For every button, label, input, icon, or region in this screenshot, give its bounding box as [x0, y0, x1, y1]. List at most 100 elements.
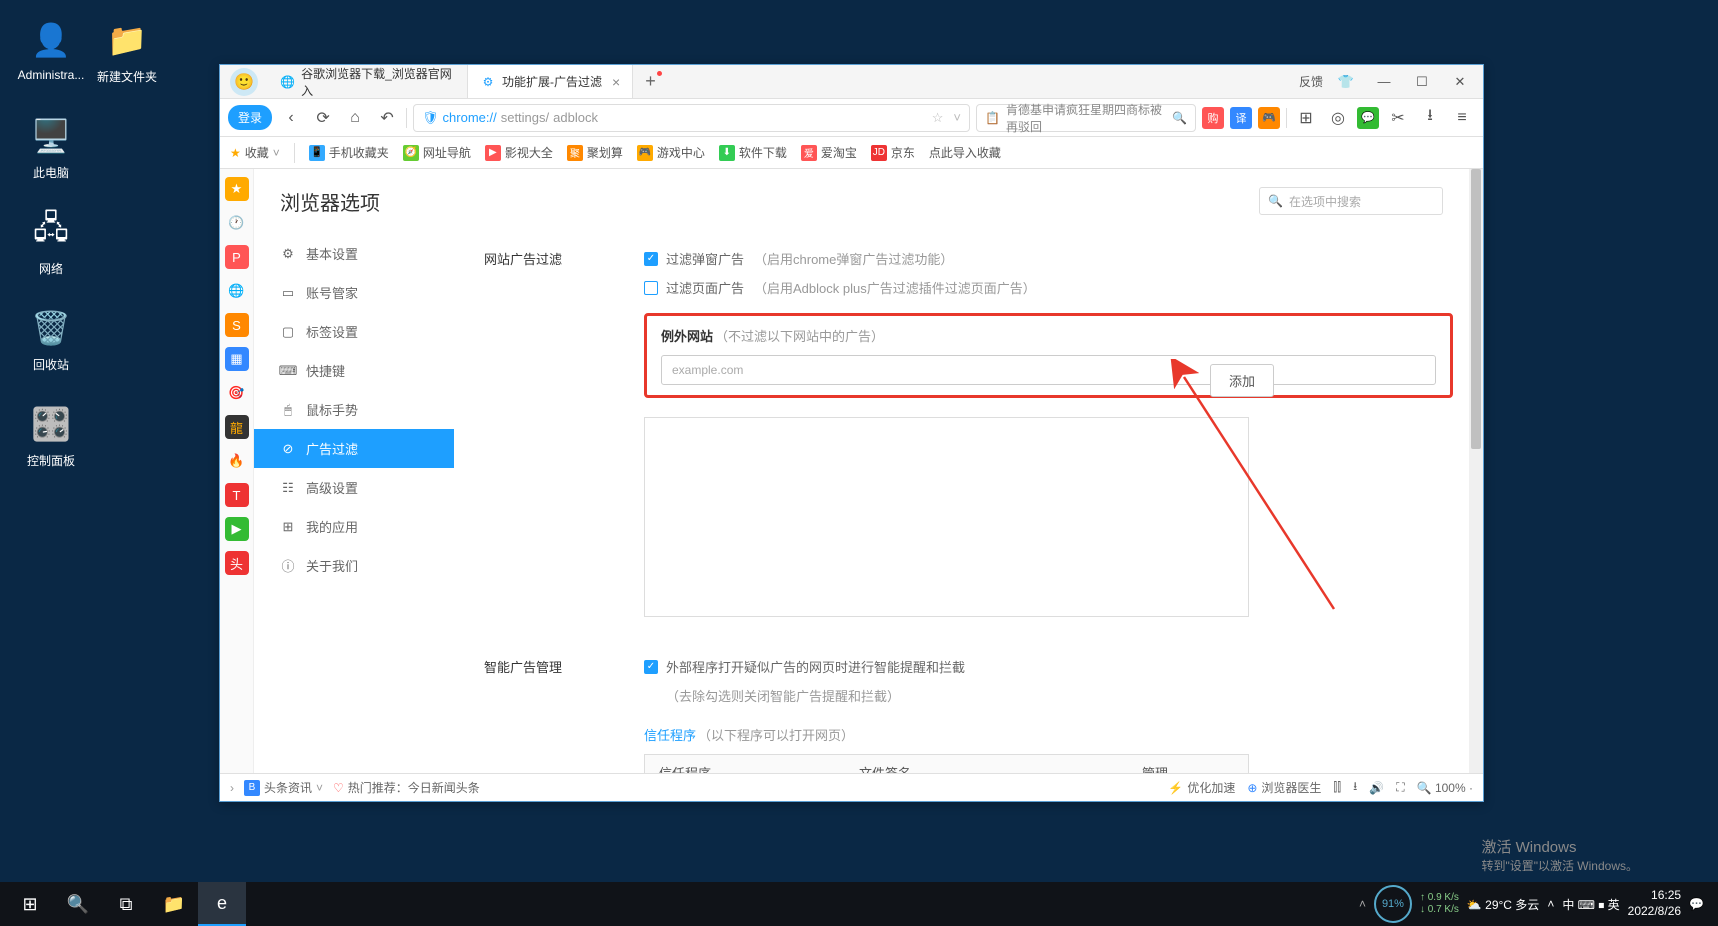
- strip-icon-fav[interactable]: ★: [225, 177, 249, 201]
- user-icon: 👤: [27, 16, 75, 64]
- menu-tabs[interactable]: ▢标签设置: [254, 312, 454, 351]
- file-explorer-button[interactable]: 📁: [150, 882, 198, 926]
- nav-bar: 登录 ‹ ⟳ ⌂ ↶ 🛡 chrome://settings/adblock ☆…: [220, 99, 1483, 137]
- start-button[interactable]: ⊞: [6, 882, 54, 926]
- chevron-down-icon[interactable]: ˅: [953, 110, 961, 125]
- extensions-icon[interactable]: ◎: [1325, 105, 1351, 131]
- weather-widget[interactable]: ⛅ 29°C 多云: [1467, 896, 1539, 913]
- checkbox-page-ads[interactable]: [644, 281, 658, 295]
- tray-expand-icon[interactable]: ˄: [1359, 897, 1366, 911]
- url-bar[interactable]: 🛡 chrome://settings/adblock ☆ ˅: [413, 104, 970, 132]
- strip-icon-game1[interactable]: 🎯: [225, 381, 249, 405]
- content-area: ★ 🕐 P 🌐 S ▦ 🎯 龍 🔥 T ▶ 头 浏览器选项 ⚙基本设置 ▭账号管…: [220, 169, 1483, 773]
- scrollbar[interactable]: [1469, 169, 1483, 773]
- expand-icon[interactable]: ›: [230, 781, 234, 795]
- menu-shortcuts[interactable]: ⌨快捷键: [254, 351, 454, 390]
- desktop-icon-administrator[interactable]: 👤Administra...: [16, 16, 86, 82]
- zoom-label[interactable]: 🔍 100% ·: [1417, 781, 1473, 795]
- undo-button[interactable]: ↶: [374, 105, 400, 131]
- bookmark-games[interactable]: 🎮游戏中心: [637, 144, 705, 161]
- tray-chevron-icon[interactable]: ˄: [1547, 897, 1554, 911]
- optimize-link[interactable]: ⚡优化加速: [1168, 779, 1235, 796]
- checkbox-popup[interactable]: ✓: [644, 252, 658, 266]
- menu-basic[interactable]: ⚙基本设置: [254, 234, 454, 273]
- strip-icon-t[interactable]: T: [225, 483, 249, 507]
- strip-icon-toutiao[interactable]: 头: [225, 551, 249, 575]
- bookmark-nav[interactable]: 🧭网址导航: [403, 144, 471, 161]
- exception-list[interactable]: [644, 417, 1249, 617]
- menu-mouse[interactable]: 🖱鼠标手势: [254, 390, 454, 429]
- home-button[interactable]: ⌂: [342, 105, 368, 131]
- desktop-icon-folder[interactable]: 📁新建文件夹: [92, 16, 162, 85]
- strip-icon-sogou[interactable]: S: [225, 313, 249, 337]
- download-icon[interactable]: ⭳: [1417, 105, 1443, 131]
- refresh-button[interactable]: ⟳: [310, 105, 336, 131]
- minimize-button[interactable]: —: [1369, 70, 1399, 94]
- login-button[interactable]: 登录: [228, 105, 272, 130]
- desktop-icon-recycle-bin[interactable]: 🗑️回收站: [16, 304, 86, 373]
- bookmark-mobile[interactable]: 📱手机收藏夹: [309, 144, 389, 161]
- menu-apps[interactable]: ⊞我的应用: [254, 507, 454, 546]
- strip-icon-app1[interactable]: ▦: [225, 347, 249, 371]
- checkbox-smart-remind[interactable]: ✓: [644, 660, 658, 674]
- close-button[interactable]: ✕: [1445, 70, 1475, 94]
- avatar-icon[interactable]: 🙂: [230, 68, 258, 96]
- volume-icon[interactable]: 🔊: [1369, 781, 1384, 795]
- strip-icon-dragon[interactable]: 龍: [225, 415, 249, 439]
- desktop-icon-control-panel[interactable]: 🎛️控制面板: [16, 400, 86, 469]
- clock[interactable]: 16:252022/8/26: [1628, 888, 1681, 919]
- strip-icon-pdf[interactable]: P: [225, 245, 249, 269]
- new-tab-button[interactable]: +: [633, 65, 668, 98]
- doctor-link[interactable]: ⊕浏览器医生: [1247, 779, 1321, 796]
- shopping-icon[interactable]: 购: [1202, 107, 1224, 129]
- bookmark-software[interactable]: ⬇软件下载: [719, 144, 787, 161]
- network-meter: ↑ 0.9 K/s↓ 0.7 K/s: [1420, 892, 1459, 916]
- tab-chrome-download[interactable]: 🌐谷歌浏览器下载_浏览器官网入: [268, 65, 468, 98]
- strip-icon-clock[interactable]: 🕐: [225, 211, 249, 235]
- search-options-input[interactable]: 🔍在选项中搜索: [1259, 187, 1443, 215]
- game-icon[interactable]: 🎮: [1258, 107, 1280, 129]
- tab-adblock-settings[interactable]: ⚙功能扩展-广告过滤×: [468, 65, 633, 98]
- menu-account[interactable]: ▭账号管家: [254, 273, 454, 312]
- desktop-icon-this-pc[interactable]: 🖥️此电脑: [16, 112, 86, 181]
- bookmark-juhuasuan[interactable]: 聚聚划算: [567, 144, 623, 161]
- maximize-button[interactable]: ☐: [1407, 70, 1437, 94]
- mute-icon[interactable]: ⫿⫿: [1333, 780, 1341, 795]
- edge-button[interactable]: e: [198, 882, 246, 926]
- fullscreen-icon[interactable]: ⛶: [1396, 780, 1404, 795]
- desktop-icon-network[interactable]: 🖧网络: [16, 208, 86, 277]
- bookmark-jd[interactable]: JD京东: [871, 144, 915, 161]
- search-button[interactable]: 🔍: [54, 882, 102, 926]
- strip-icon-game2[interactable]: 🔥: [225, 449, 249, 473]
- star-icon[interactable]: ☆: [932, 110, 944, 126]
- search-box[interactable]: 📋 肯德基申请疯狂星期四商标被再驳回 🔍: [976, 104, 1196, 132]
- task-view-button[interactable]: ⧉: [102, 882, 150, 926]
- apps-icon[interactable]: ⊞: [1293, 105, 1319, 131]
- bookmark-import[interactable]: 点此导入收藏: [929, 144, 1001, 161]
- battery-indicator[interactable]: 91%: [1374, 885, 1412, 923]
- feedback-link[interactable]: 反馈: [1299, 73, 1323, 90]
- strip-icon-iqiyi[interactable]: ▶: [225, 517, 249, 541]
- bookmark-aitaobao[interactable]: 爱爱淘宝: [801, 144, 857, 161]
- menu-about[interactable]: ⓘ关于我们: [254, 546, 454, 585]
- favorites-button[interactable]: ★收藏˅: [230, 144, 280, 161]
- hot-recommend[interactable]: ♡热门推荐：今日新闻头条: [333, 779, 480, 796]
- download-status-icon[interactable]: ⭳: [1353, 777, 1357, 798]
- translate-icon[interactable]: 译: [1230, 107, 1252, 129]
- bookmark-video[interactable]: ▶影视大全: [485, 144, 553, 161]
- close-icon[interactable]: ×: [612, 74, 620, 90]
- add-button[interactable]: 添加: [1210, 364, 1274, 397]
- ime-indicator[interactable]: 中 ⌨ ⏹ 英: [1562, 896, 1619, 913]
- strip-icon-chrome[interactable]: 🌐: [225, 279, 249, 303]
- skin-icon[interactable]: 👕: [1331, 70, 1361, 94]
- search-icon[interactable]: 🔍: [1172, 111, 1187, 125]
- back-button[interactable]: ‹: [278, 105, 304, 131]
- menu-icon[interactable]: ≡: [1449, 105, 1475, 131]
- notification-icon[interactable]: 💬: [1689, 897, 1704, 911]
- menu-adblock[interactable]: ⊘广告过滤: [254, 429, 454, 468]
- news-link[interactable]: B头条资讯˅: [244, 779, 323, 796]
- screenshot-icon[interactable]: ✂: [1385, 105, 1411, 131]
- wechat-icon[interactable]: 💬: [1357, 107, 1379, 129]
- exception-input[interactable]: example.com: [661, 355, 1436, 385]
- menu-advanced[interactable]: ☷高级设置: [254, 468, 454, 507]
